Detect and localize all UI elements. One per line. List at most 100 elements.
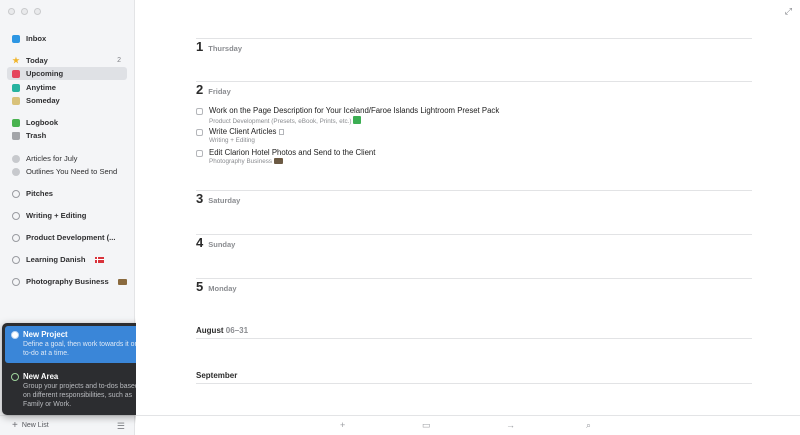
close-window-button[interactable] [8, 8, 15, 15]
zoom-window-button[interactable] [34, 8, 41, 15]
today-count-badge: 2 [117, 57, 121, 64]
task-subtitle-row: Photography Business [209, 158, 696, 166]
sidebar-item-outlines[interactable]: Outlines You Need to Send [7, 165, 127, 178]
archive-box-icon [12, 96, 20, 105]
sidebar-item-learning-danish[interactable]: Learning Danish [7, 253, 127, 266]
task-title[interactable]: Edit Clarion Hotel Photos and Send to th… [209, 148, 696, 158]
minimize-window-button[interactable] [21, 8, 28, 15]
settings-sliders-icon[interactable]: ☰ [117, 421, 125, 432]
month-range: 06–31 [225, 326, 249, 335]
window-controls [8, 8, 41, 15]
treasure-chest-icon [117, 278, 127, 285]
upcoming-view: ⤢ 1 Thursday 2 Friday Work on the Page D… [136, 0, 800, 435]
area-icon [12, 277, 20, 286]
treasure-chest-icon [274, 158, 284, 164]
month-header-august: August 06–31 [196, 326, 752, 339]
task-checkbox[interactable] [196, 129, 203, 136]
project-pie-icon [11, 331, 19, 339]
calendar-icon[interactable]: ▭ [422, 420, 431, 431]
sidebar-item-label: Today [26, 56, 48, 65]
calendar-icon [12, 69, 20, 78]
sidebar-item-articles-for-july[interactable]: Articles for July [7, 152, 127, 165]
day-name: Sunday [208, 240, 236, 249]
task-title[interactable]: Work on the Page Description for Your Ic… [209, 106, 696, 116]
new-list-button[interactable]: New List [22, 422, 49, 429]
task-subtitle-row: Product Development (Presets, eBook, Pri… [209, 116, 696, 126]
sidebar-item-label: Writing + Editing [26, 211, 87, 220]
sidebar-item-label: Articles for July [26, 154, 78, 163]
sidebar-item-trash[interactable]: Trash [7, 129, 127, 142]
sidebar-item-label: Photography Business [26, 277, 109, 286]
task-item[interactable]: Work on the Page Description for Your Ic… [196, 106, 696, 126]
sidebar-item-label: Inbox [26, 34, 47, 43]
inbox-icon [12, 34, 20, 43]
sidebar-item-label: Anytime [26, 83, 56, 92]
danish-flag-icon [94, 256, 104, 263]
sidebar-footer: + New List ☰ [0, 415, 135, 435]
sidebar-item-label: Product Development (... [26, 233, 116, 242]
sidebar-item-label: Logbook [26, 118, 59, 127]
sidebar-item-label: Pitches [26, 189, 54, 198]
star-icon: ★ [12, 55, 20, 65]
day-header-monday: 5 Monday [196, 278, 752, 294]
day-number: 3 [196, 191, 204, 206]
task-subtitle: Writing + Editing [209, 137, 255, 144]
day-number: 2 [196, 82, 204, 97]
move-arrow-icon[interactable]: → [506, 420, 515, 430]
add-todo-icon[interactable]: + [340, 420, 345, 430]
project-icon [12, 167, 20, 176]
month-header-september: September [196, 371, 752, 384]
sidebar-item-today[interactable]: ★ Today 2 [7, 54, 127, 67]
day-header-saturday: 3 Saturday [196, 190, 752, 206]
project-icon [12, 154, 20, 163]
area-icon [12, 255, 20, 264]
task-item[interactable]: Edit Clarion Hotel Photos and Send to th… [196, 148, 696, 166]
area-icon [12, 233, 20, 242]
sidebar-item-upcoming[interactable]: Upcoming [7, 67, 127, 80]
day-header-thursday: 1 Thursday [196, 38, 752, 54]
task-item[interactable]: Write Client Articles Writing + Editing [196, 127, 696, 145]
sidebar-item-writing-editing[interactable]: Writing + Editing [7, 209, 127, 222]
task-checkbox[interactable] [196, 108, 203, 115]
area-icon [12, 189, 20, 198]
sidebar-item-photography-business[interactable]: Photography Business [7, 275, 127, 288]
main-toolbar: + ▭ → ⌕ [136, 415, 800, 435]
area-icon [12, 211, 20, 220]
task-checkbox[interactable] [196, 150, 203, 157]
plus-icon: + [12, 420, 18, 431]
month-name: August [196, 326, 224, 335]
tag-icon [353, 116, 362, 124]
trash-icon [12, 131, 20, 140]
sidebar-item-inbox[interactable]: Inbox [7, 32, 127, 45]
logbook-icon [12, 118, 20, 127]
day-name: Friday [208, 87, 231, 96]
task-subtitle: Product Development (Presets, eBook, Pri… [209, 118, 352, 125]
sidebar-item-pitches[interactable]: Pitches [7, 187, 127, 200]
full-screen-icon[interactable]: ⤢ [785, 6, 792, 17]
sidebar-item-logbook[interactable]: Logbook [7, 116, 127, 129]
day-name: Thursday [208, 44, 242, 53]
sidebar-item-label: Trash [26, 131, 47, 140]
day-number: 5 [196, 279, 204, 294]
task-title: Write Client Articles [209, 127, 277, 136]
sidebar-item-product-development[interactable]: Product Development (... [7, 231, 127, 244]
sidebar-item-label: Learning Danish [26, 255, 86, 264]
day-number: 1 [196, 39, 204, 54]
sidebar-item-label: Outlines You Need to Send [26, 167, 118, 176]
sidebar-item-label: Upcoming [26, 69, 64, 78]
search-icon[interactable]: ⌕ [586, 420, 591, 431]
day-name: Saturday [208, 196, 241, 205]
layers-icon [12, 83, 20, 92]
task-subtitle: Photography Business [209, 158, 273, 165]
sidebar-item-label: Someday [26, 96, 60, 105]
sidebar-item-anytime[interactable]: Anytime [7, 81, 127, 94]
day-header-sunday: 4 Sunday [196, 234, 752, 250]
day-header-friday: 2 Friday [196, 81, 752, 97]
notes-icon [279, 129, 285, 135]
sidebar-item-someday[interactable]: Someday [7, 94, 127, 107]
task-title-row[interactable]: Write Client Articles [209, 127, 696, 137]
month-name: September [196, 371, 238, 380]
day-number: 4 [196, 235, 204, 250]
area-cube-icon [11, 373, 19, 381]
day-name: Monday [208, 284, 237, 293]
